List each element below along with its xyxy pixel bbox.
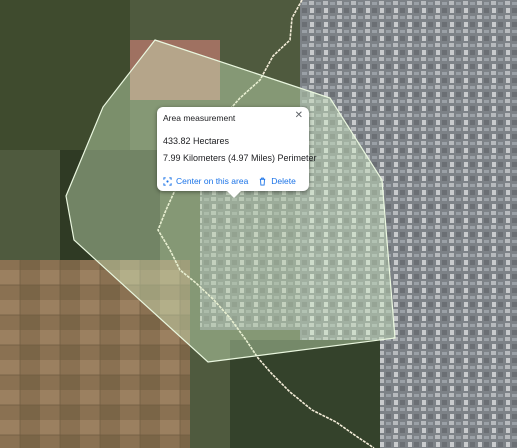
perimeter-value: 7.99 Kilometers (4.97 Miles) Perimeter	[163, 153, 317, 163]
center-focus-icon	[163, 176, 172, 186]
center-on-area-label: Center on this area	[176, 176, 249, 186]
popup-title: Area measurement	[163, 113, 236, 123]
close-icon[interactable]: ✕	[295, 110, 303, 121]
delete-button[interactable]: Delete	[258, 176, 296, 186]
center-on-area-button[interactable]: Center on this area	[163, 176, 248, 186]
area-measurement-popup: Area measurement ✕ 433.82 Hectares 7.99 …	[157, 107, 317, 198]
area-value: 433.82 Hectares	[163, 136, 230, 146]
satellite-map[interactable]	[0, 0, 517, 448]
delete-label: Delete	[271, 176, 296, 186]
trash-icon	[260, 177, 266, 186]
popup-actions: Center on this area Delete	[163, 176, 296, 186]
